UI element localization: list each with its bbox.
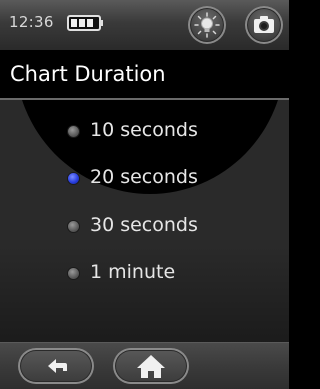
option-label: 20 seconds (90, 166, 198, 188)
bottom-nav (0, 342, 289, 389)
battery-icon (67, 15, 103, 31)
radio-button-selected[interactable] (68, 173, 79, 184)
home-icon (137, 355, 165, 378)
option-label: 30 seconds (90, 214, 198, 236)
camera-icon (254, 16, 274, 33)
option-label: 1 minute (90, 261, 176, 283)
page-title: Chart Duration (10, 62, 166, 86)
options-panel: 10 seconds 20 seconds 30 seconds 1 minut… (0, 100, 289, 342)
back-arrow-icon (48, 359, 67, 373)
option-label: 10 seconds (90, 119, 198, 141)
clock: 12:36 (9, 13, 54, 31)
option-1-minute[interactable]: 1 minute (62, 259, 262, 289)
option-30-seconds[interactable]: 30 seconds (62, 212, 262, 242)
option-20-seconds[interactable]: 20 seconds (62, 164, 262, 194)
option-10-seconds[interactable]: 10 seconds (62, 117, 262, 147)
screen: 12:36 Chart Duration 10 seconds 20 secon… (0, 0, 289, 389)
back-button[interactable] (18, 348, 94, 384)
brightness-icon (194, 12, 220, 38)
brightness-button[interactable] (188, 6, 226, 44)
radio-button[interactable] (68, 268, 79, 279)
camera-button[interactable] (245, 6, 283, 44)
radio-button[interactable] (68, 221, 79, 232)
radio-button[interactable] (68, 126, 79, 137)
home-button[interactable] (113, 348, 189, 384)
status-bar: 12:36 (0, 0, 289, 50)
